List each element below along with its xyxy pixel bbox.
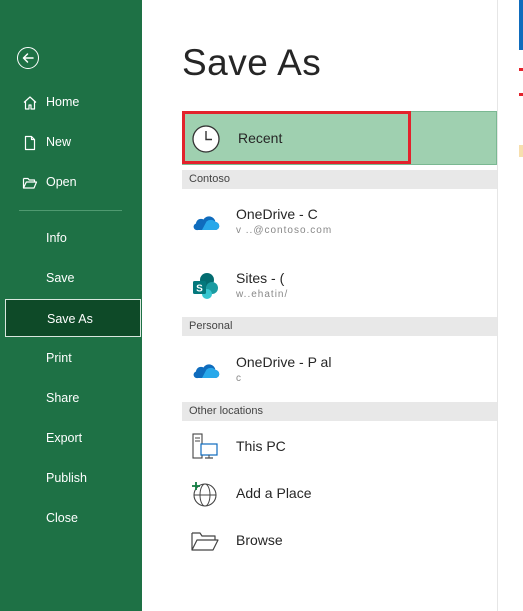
location-sites-contoso[interactable]: S Sites - ( w..ehatin/ [182,263,497,309]
nav-home[interactable]: Home [5,84,141,122]
onedrive-cloud-icon [189,209,221,235]
nav-publish-label: Publish [46,471,87,485]
nav-print-label: Print [46,351,72,365]
location-onedrive-contoso[interactable]: OneDrive - C v ..@contoso.com [182,199,497,245]
nav-print[interactable]: Print [5,340,141,378]
back-arrow-icon [22,53,34,63]
nav-close-label: Close [46,511,78,525]
location-this-pc[interactable]: This PC [182,424,497,470]
right-pane-mark [519,93,523,96]
recent-location[interactable]: Recent [182,111,497,165]
folder-icon [189,528,221,554]
right-pane-accent [519,0,523,50]
nav-new[interactable]: New [5,124,141,162]
svg-text:S: S [196,284,203,295]
add-place-name: Add a Place [236,485,312,501]
backstage-nav: Home New Open Info Save Save As Print Sh… [0,0,142,611]
nav-divider [19,210,122,211]
nav-info-label: Info [46,231,67,245]
nav-home-label: Home [46,95,80,109]
nav-new-label: New [46,135,72,149]
nav-export[interactable]: Export [5,420,141,458]
nav-save-label: Save [46,271,75,285]
group-header-personal: Personal [182,317,497,336]
sites-contoso-url: w..ehatin/ [236,289,289,300]
back-button[interactable] [17,47,39,69]
location-add-place[interactable]: Add a Place [182,471,497,517]
clock-icon [191,124,221,159]
location-browse[interactable]: Browse [182,518,497,564]
open-folder-icon [22,175,38,191]
nav-share-label: Share [46,391,80,405]
onedrive-contoso-account: v ..@contoso.com [236,225,333,236]
right-pane-mark [519,68,523,71]
this-pc-name: This PC [236,438,286,454]
browse-name: Browse [236,532,283,548]
page-title: Save As [182,42,322,83]
sharepoint-icon: S [189,273,221,299]
pane-divider [497,0,498,611]
onedrive-cloud-icon [189,357,221,383]
new-document-icon [22,135,38,151]
nav-export-label: Export [46,431,83,445]
group-header-contoso: Contoso [182,170,497,189]
onedrive-contoso-name: OneDrive - C [236,206,318,222]
nav-publish[interactable]: Publish [5,460,141,498]
nav-open-label: Open [46,175,77,189]
group-header-other: Other locations [182,402,497,421]
computer-icon [189,433,221,460]
nav-info[interactable]: Info [5,220,141,258]
right-pane-mark [519,145,523,157]
nav-close[interactable]: Close [5,500,141,538]
recent-label: Recent [238,130,283,146]
onedrive-personal-account: c [236,373,242,384]
nav-save-as-label: Save As [47,312,93,326]
nav-save-as[interactable]: Save As [5,299,141,337]
nav-save[interactable]: Save [5,260,141,298]
home-icon [22,95,38,111]
onedrive-personal-name: OneDrive - P al [236,354,332,370]
nav-open[interactable]: Open [5,164,141,202]
sites-contoso-name: Sites - ( [236,270,285,286]
add-place-globe-icon [189,481,221,507]
location-onedrive-personal[interactable]: OneDrive - P al c [182,347,497,393]
nav-share[interactable]: Share [5,380,141,418]
